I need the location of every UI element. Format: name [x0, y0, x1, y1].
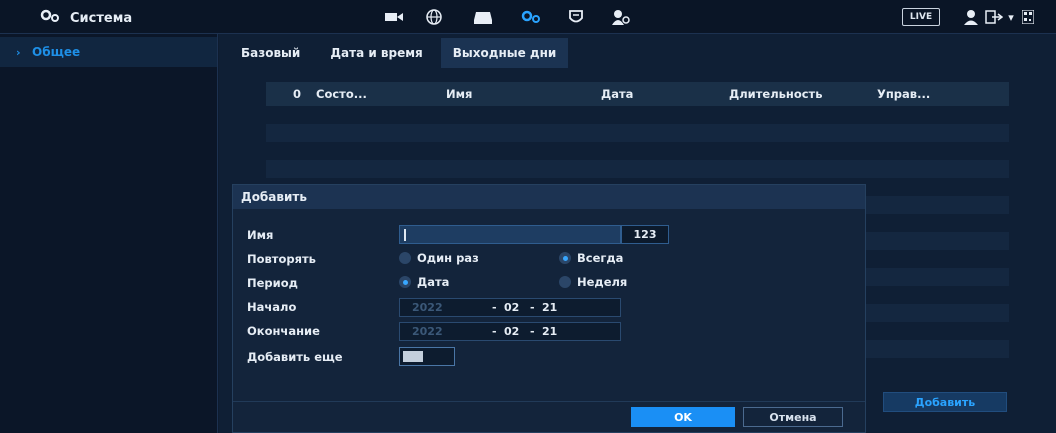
period-date-label: Дата: [417, 275, 450, 289]
system-title: Система: [70, 10, 133, 26]
radio-off-icon: [399, 252, 411, 264]
period-week-radio[interactable]: Неделя: [559, 275, 627, 289]
name-counter: 123: [621, 225, 669, 244]
tab-bar: Базовый Дата и время Выходные дни: [229, 38, 574, 68]
divider: [233, 401, 865, 402]
tab-basic[interactable]: Базовый: [229, 38, 312, 68]
period-week-label: Неделя: [577, 275, 628, 289]
repeat-always-radio[interactable]: Всегда: [559, 251, 623, 265]
add-holiday-button[interactable]: Добавить: [883, 392, 1007, 412]
table-header: 0 Состо... Имя Дата Длительность Управ..…: [266, 82, 1009, 106]
repeat-always-label: Всегда: [577, 251, 624, 265]
system-menu[interactable]: Система: [40, 9, 132, 27]
dialog-title: Добавить: [233, 185, 865, 209]
radio-off-icon: [559, 276, 571, 288]
table-row[interactable]: [266, 160, 1009, 178]
period-label: Период: [247, 276, 298, 290]
cancel-button[interactable]: Отмена: [743, 407, 843, 427]
start-month[interactable]: 02: [504, 301, 519, 314]
camera-icon[interactable]: [384, 7, 404, 27]
sidebar-item-general[interactable]: › Общее: [0, 37, 217, 67]
tab-holidays[interactable]: Выходные дни: [440, 38, 569, 68]
radio-on-icon: [559, 252, 571, 264]
add-holiday-dialog: Добавить Имя 123 Повторять Один раз Всег…: [232, 184, 866, 433]
end-month[interactable]: 02: [504, 325, 519, 338]
column-index[interactable]: 0: [293, 87, 301, 101]
logout-icon[interactable]: [984, 7, 1004, 27]
network-icon[interactable]: [424, 7, 444, 27]
text-caret: [404, 229, 406, 241]
end-label: Окончание: [247, 324, 320, 338]
user-icon[interactable]: [962, 7, 980, 27]
dropdown-arrow-icon[interactable]: ▾: [1006, 7, 1016, 27]
start-date-field[interactable]: 2022 - 02 - 21: [399, 298, 621, 317]
column-date[interactable]: Дата: [601, 87, 633, 101]
start-day[interactable]: 21: [542, 301, 557, 314]
add-more-label: Добавить еще: [247, 350, 343, 364]
add-more-toggle[interactable]: [399, 347, 455, 366]
column-duration[interactable]: Длительность: [729, 87, 822, 101]
table-row[interactable]: [266, 106, 1009, 124]
name-label: Имя: [247, 228, 274, 242]
repeat-label: Повторять: [247, 252, 316, 266]
account-icon[interactable]: [610, 7, 632, 27]
storage-icon[interactable]: [472, 7, 494, 27]
sidebar: › Общее: [0, 34, 218, 433]
column-status[interactable]: Состо...: [316, 87, 367, 101]
column-name[interactable]: Имя: [446, 87, 472, 101]
repeat-once-label: Один раз: [417, 251, 479, 265]
repeat-once-radio[interactable]: Один раз: [399, 251, 479, 265]
period-date-radio[interactable]: Дата: [399, 275, 449, 289]
tab-date-time[interactable]: Дата и время: [318, 38, 434, 68]
settings-icon[interactable]: [520, 7, 544, 27]
ok-button[interactable]: OK: [631, 407, 735, 427]
date-separator: -: [530, 325, 535, 338]
chevron-right-icon: ›: [16, 45, 21, 59]
sidebar-item-label: Общее: [32, 45, 81, 59]
toggle-knob: [403, 351, 423, 362]
table-row[interactable]: [266, 124, 1009, 142]
name-input[interactable]: [399, 225, 621, 244]
live-view-button[interactable]: LIVE: [902, 8, 940, 26]
top-bar: Система LIVE ▾: [0, 0, 1056, 34]
date-separator: -: [492, 325, 497, 338]
start-year[interactable]: 2022: [412, 301, 443, 314]
end-day[interactable]: 21: [542, 325, 557, 338]
qr-code-icon[interactable]: [1020, 7, 1036, 27]
date-separator: -: [530, 301, 535, 314]
column-manage[interactable]: Управ...: [877, 87, 930, 101]
radio-on-icon: [399, 276, 411, 288]
end-date-field[interactable]: 2022 - 02 - 21: [399, 322, 621, 341]
date-separator: -: [492, 301, 497, 314]
settings-gear-icon: [40, 9, 62, 27]
start-label: Начало: [247, 300, 297, 314]
end-year[interactable]: 2022: [412, 325, 443, 338]
table-row[interactable]: [266, 142, 1009, 160]
security-icon[interactable]: [566, 7, 586, 27]
